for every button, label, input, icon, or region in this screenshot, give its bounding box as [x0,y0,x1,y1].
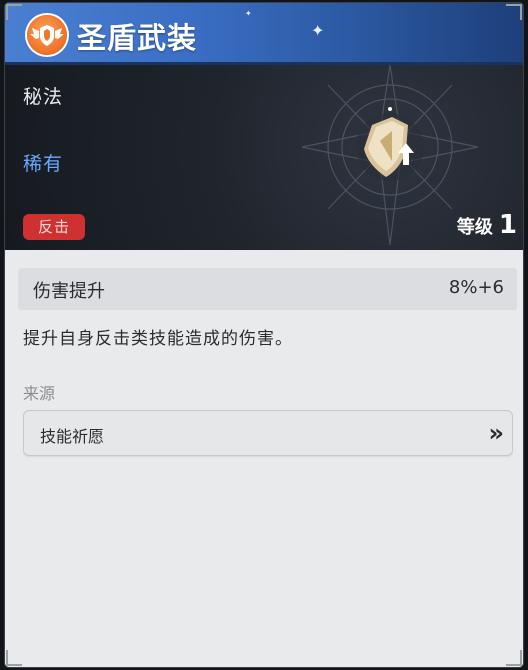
source-button[interactable]: 技能祈愿 » [23,410,513,456]
source-label: 来源 [23,384,56,403]
corner-bracket [506,4,522,20]
stat-row: 伤害提升 8%+6 [18,268,517,310]
level-label: 等级 [456,217,493,238]
item-level: 等级 1 [457,210,517,240]
item-description: 提升自身反击类技能造成的伤害。 [23,329,293,349]
sparkle-icon: ✦ [245,9,252,18]
stat-name: 伤害提升 [33,281,105,302]
shield-wings-icon [27,15,67,55]
item-info-panel: 秘法 稀有 反击 等级 1 [5,65,523,250]
stat-value: 8%+6 [448,277,504,298]
card-header: ✦ ✦ 圣盾武装 [5,3,523,65]
corner-bracket [6,4,22,20]
item-category: 秘法 [23,86,64,108]
source-item-label: 技能祈愿 [40,427,105,446]
level-value: 1 [498,210,517,240]
skill-tag: 反击 [23,214,85,240]
item-rarity: 稀有 [23,153,64,175]
item-title: 圣盾武装 [77,21,198,55]
corner-bracket [6,650,22,666]
sparkle-icon: ✦ [311,21,325,40]
double-chevron-right-icon: » [488,419,503,447]
corner-bracket [506,650,522,666]
item-card: ✦ ✦ 圣盾武装 秘法 稀有 反击 等级 1 伤害提升 8%+6 提升自身反击类… [5,3,523,667]
